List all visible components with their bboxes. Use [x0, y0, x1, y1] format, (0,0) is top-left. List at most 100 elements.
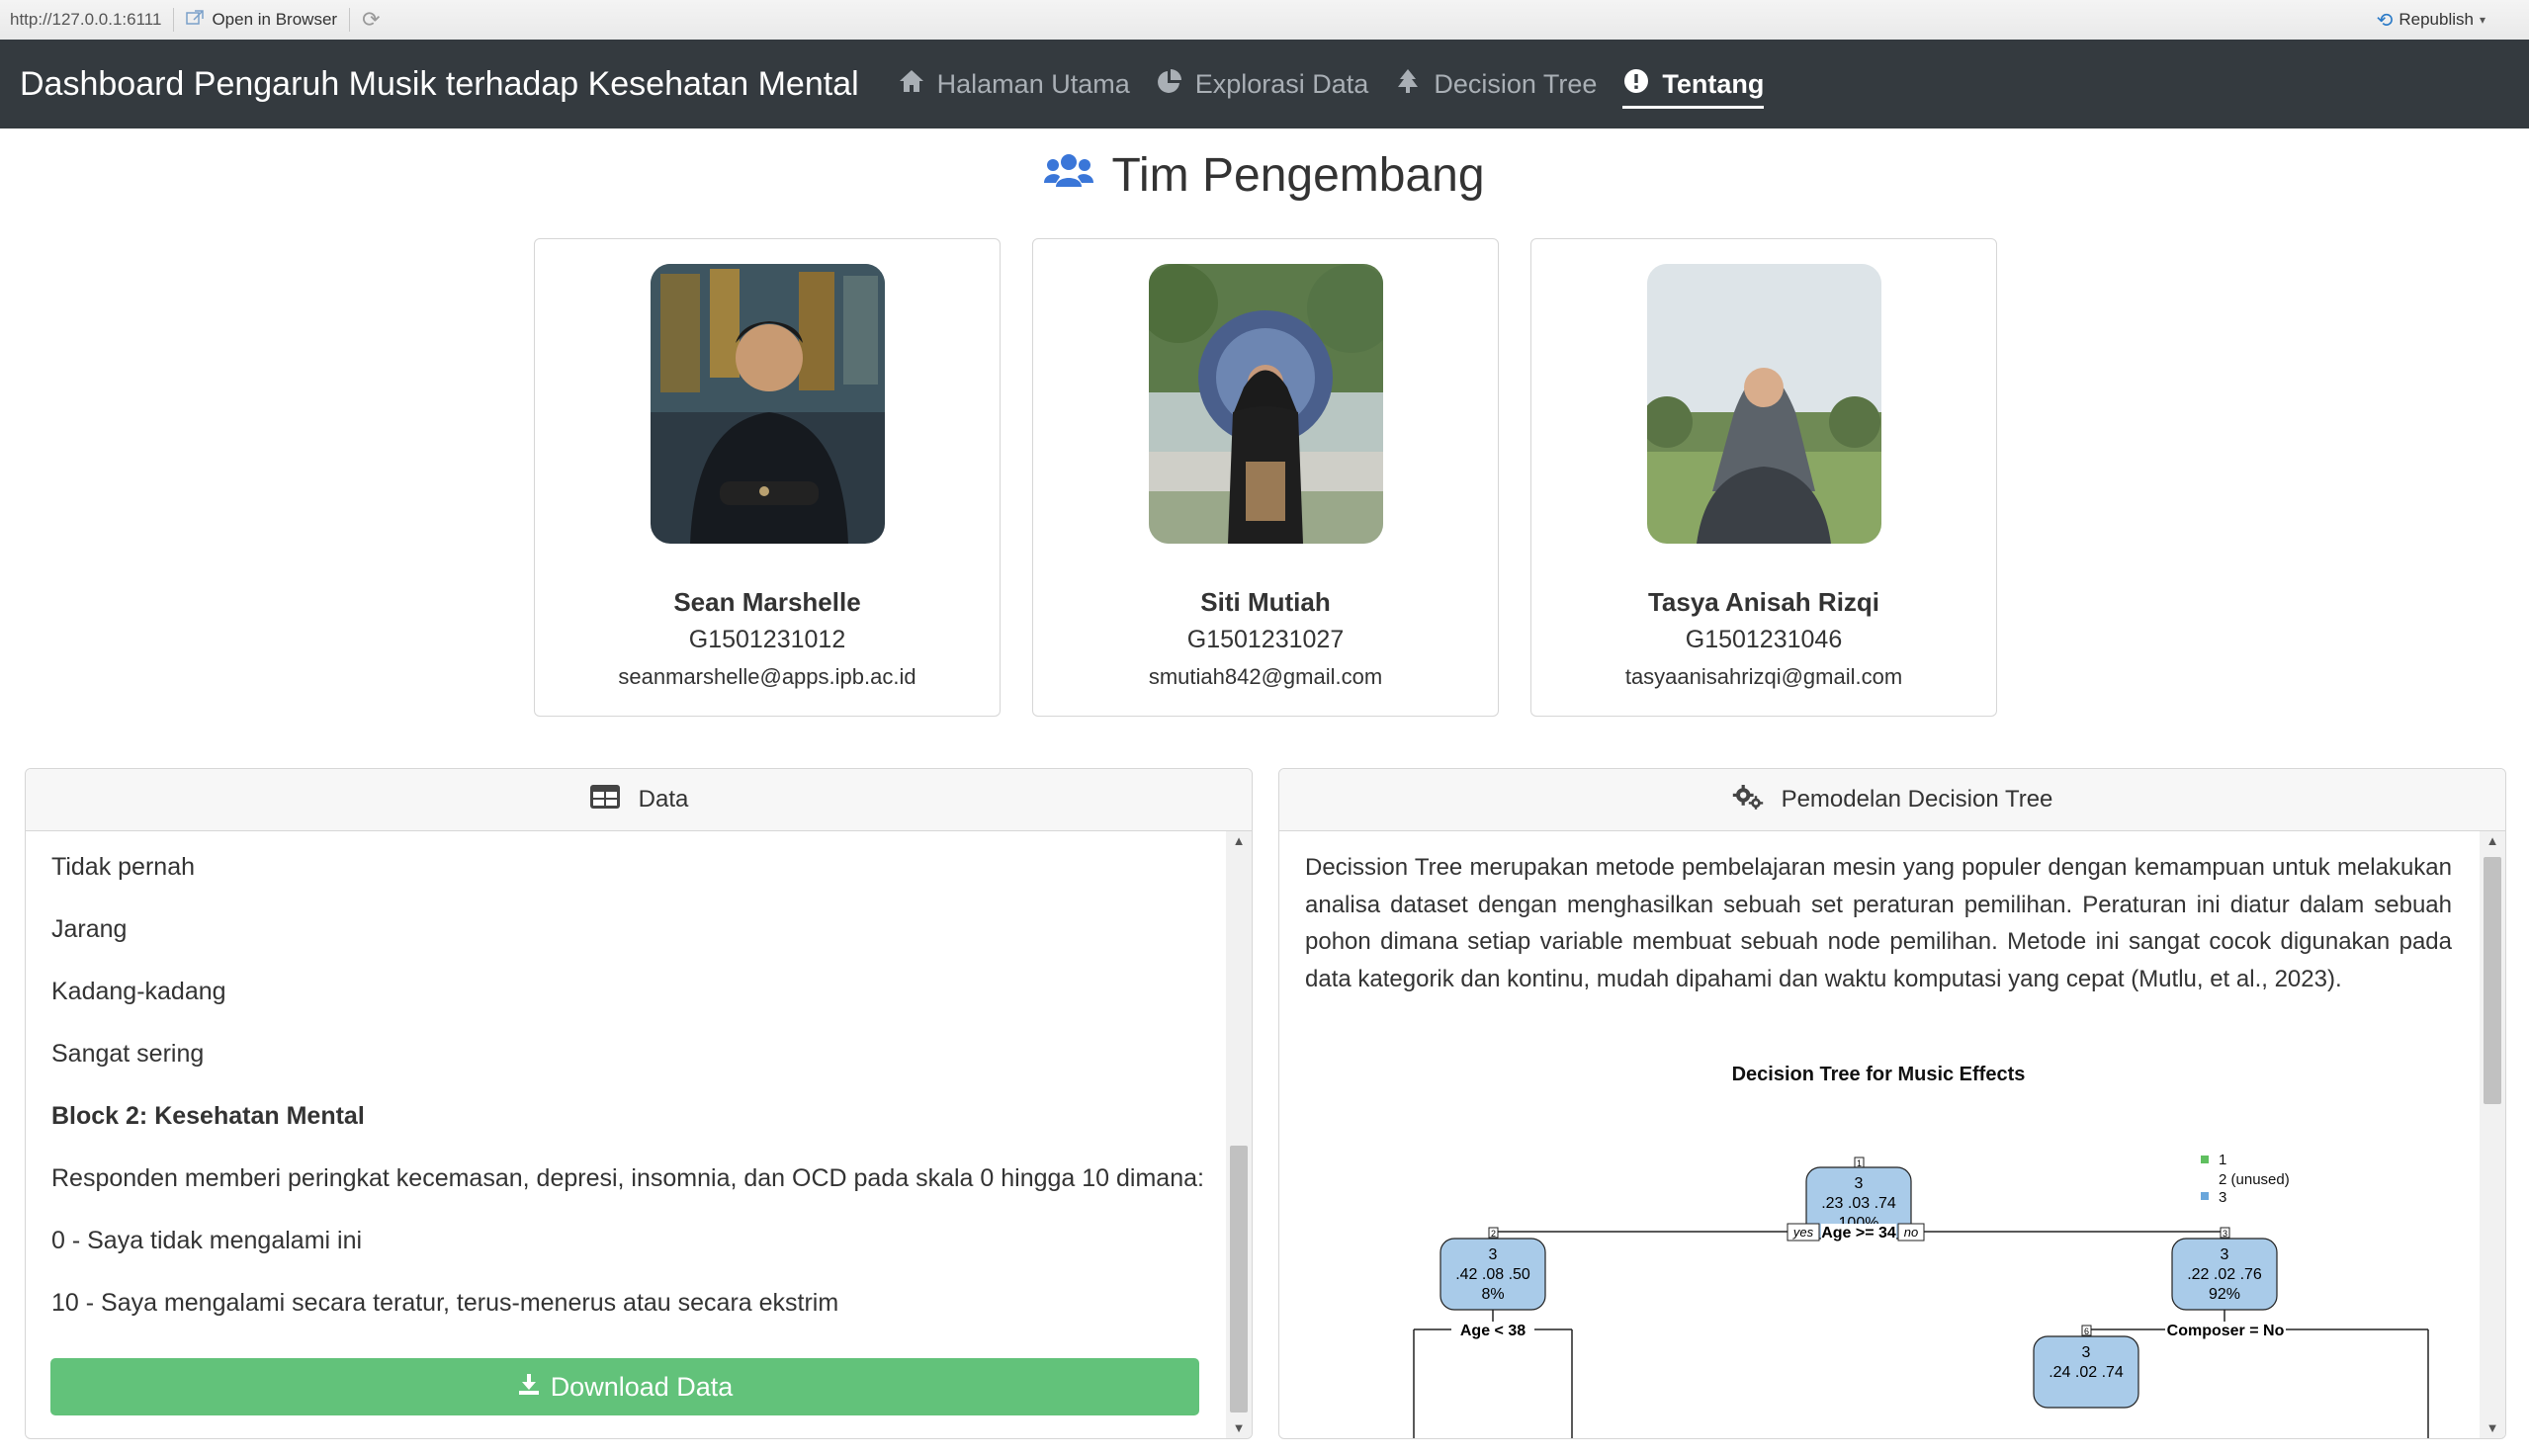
decision-tree-panel-body: Decission Tree merupakan metode pembelaj… [1279, 831, 2505, 1438]
team-card: Siti Mutiah G1501231027 smutiah842@gmail… [1032, 238, 1499, 717]
member-photo [1646, 264, 1881, 544]
open-browser-label: Open in Browser [212, 10, 338, 29]
member-name: Siti Mutiah [1200, 587, 1331, 617]
node-percent: 92% [2209, 1286, 2240, 1303]
node-probs: .23 .03 .74 [1821, 1195, 1896, 1212]
users-icon [1044, 148, 1094, 203]
home-icon [898, 67, 925, 102]
decision-tree-panel-title: Pemodelan Decision Tree [1781, 786, 2053, 813]
refresh-icon[interactable]: ⟳ [362, 7, 380, 33]
info-circle-icon [1622, 67, 1650, 102]
tab-halaman-utama[interactable]: Halaman Utama [885, 40, 1143, 128]
navbar: Dashboard Pengaruh Musik terhadap Keseha… [0, 40, 2529, 128]
scroll-down-icon[interactable]: ▼ [2480, 1418, 2505, 1438]
republish-button[interactable]: ⟲ Republish ▾ [2377, 8, 2485, 33]
data-panel-body: Tidak pernah Jarang Kadang-kadang Sangat… [26, 831, 1252, 1438]
node-class: 3 [1489, 1246, 1498, 1263]
member-nim: G1501231046 [1685, 626, 1843, 653]
download-data-button[interactable]: Download Data [50, 1358, 1199, 1415]
page-title-text: Tim Pengembang [1111, 149, 1485, 202]
member-photo [650, 264, 885, 544]
download-icon [517, 1372, 541, 1403]
open-in-browser-button[interactable]: Open in Browser [186, 9, 338, 31]
scrollbar-thumb[interactable] [1230, 1146, 1248, 1413]
member-email: smutiah842@gmail.com [1148, 664, 1383, 689]
legend-swatch-1 [2201, 1156, 2209, 1163]
scale-definition: 10 - Saya mengalami secara teratur, teru… [51, 1289, 839, 1317]
member-email: tasyaanisahrizqi@gmail.com [1624, 664, 1903, 689]
data-panel-scrollbar[interactable]: ▲ ▼ [1226, 831, 1252, 1438]
legend-label-1: 1 [2219, 1152, 2226, 1168]
no-label: no [1904, 1225, 1918, 1240]
tree-icon [1394, 67, 1422, 102]
scale-option-text: Sangat sering [51, 1040, 205, 1068]
node-probs: .24 .02 .74 [2049, 1364, 2124, 1381]
team-card: Tasya Anisah Rizqi G1501231046 tasyaanis… [1530, 238, 1997, 717]
member-nim: G1501231027 [1186, 626, 1345, 653]
tab-tentang[interactable]: Tentang [1610, 40, 1777, 128]
scale-option-text: Tidak pernah [51, 853, 195, 881]
scale-option-text: Jarang [51, 915, 128, 943]
member-name: Tasya Anisah Rizqi [1647, 587, 1880, 617]
member-email: seanmarshelle@apps.ipb.ac.id [618, 664, 916, 689]
page-title: Tim Pengembang [0, 148, 2529, 203]
split-label: Age >= 34 [1821, 1225, 1896, 1242]
node-id: 6 [2084, 1327, 2089, 1336]
open-browser-icon [186, 9, 205, 31]
member-nim: G1501231012 [688, 626, 846, 653]
tab-label: Tentang [1662, 68, 1765, 99]
tab-label: Explorasi Data [1194, 68, 1369, 99]
data-panel-header: Data [26, 769, 1252, 831]
node-percent: 8% [1481, 1286, 1504, 1303]
legend-label-2: 2 (unused) [2219, 1171, 2290, 1188]
member-name: Sean Marshelle [673, 587, 861, 617]
download-label: Download Data [550, 1371, 734, 1402]
toolbar-divider [173, 8, 175, 32]
cogs-icon [1732, 783, 1764, 817]
node-probs: .22 .02 .76 [2187, 1266, 2262, 1283]
viewer-url[interactable]: http://127.0.0.1:6111 [10, 10, 161, 30]
tree-plot-title: Decision Tree for Music Effects [1731, 1064, 2026, 1085]
republish-label: Republish [2398, 10, 2474, 29]
toolbar-divider [349, 8, 351, 32]
scroll-up-icon[interactable]: ▲ [1226, 831, 1252, 851]
decision-tree-panel-header: Pemodelan Decision Tree [1279, 769, 2505, 831]
decision-tree-panel-scrollbar[interactable]: ▲ ▼ [2480, 831, 2505, 1438]
scrollbar-thumb[interactable] [2484, 857, 2501, 1104]
dropdown-caret-icon: ▾ [2479, 13, 2485, 27]
member-photo [1148, 264, 1383, 544]
node-probs: .42 .08 .50 [1455, 1266, 1530, 1283]
node-class: 3 [2082, 1344, 2091, 1361]
decision-tree-description: Decission Tree merupakan metode pembelaj… [1305, 854, 2452, 992]
tab-explorasi-data[interactable]: Explorasi Data [1143, 40, 1382, 128]
yes-label: yes [1792, 1225, 1814, 1240]
scale-definition: 0 - Saya tidak mengalami ini [51, 1227, 363, 1254]
scale-option-text: Kadang-kadang [51, 978, 226, 1005]
tab-label: Decision Tree [1434, 68, 1598, 99]
tab-decision-tree[interactable]: Decision Tree [1381, 40, 1610, 128]
team-card: Sean Marshelle G1501231012 seanmarshelle… [534, 238, 1001, 717]
viewer-toolbar: http://127.0.0.1:6111 Open in Browser ⟳ … [0, 0, 2529, 41]
table-icon [589, 783, 621, 817]
block-heading: Block 2: Kesehatan Mental [51, 1102, 365, 1130]
app-brand[interactable]: Dashboard Pengaruh Musik terhadap Keseha… [20, 65, 859, 104]
split-label: Composer = No [2167, 1323, 2285, 1339]
scroll-up-icon[interactable]: ▲ [2480, 831, 2505, 851]
team-cards: Sean Marshelle G1501231012 seanmarshelle… [534, 238, 1997, 717]
tab-label: Halaman Utama [936, 68, 1130, 99]
republish-icon: ⟲ [2376, 9, 2394, 32]
data-panel-title: Data [638, 786, 689, 813]
scroll-down-icon[interactable]: ▼ [1226, 1418, 1252, 1438]
decision-tree-plot: 1 2 (unused) 3 1 3 .23 .03 .74 100% yes [1413, 1152, 2429, 1438]
split-label: Age < 38 [1460, 1323, 1526, 1339]
decision-tree-panel: Pemodelan Decision Tree Decission Tree m… [1278, 768, 2506, 1439]
node-class: 3 [1855, 1175, 1864, 1192]
data-panel: Data Tidak pernah Jarang Kadang-kadang S… [25, 768, 1253, 1439]
block-description: Responden memberi peringkat kecemasan, d… [51, 1164, 1204, 1192]
node-id: 3 [2223, 1229, 2227, 1239]
chart-pie-icon [1156, 67, 1183, 102]
legend-label-3: 3 [2219, 1189, 2226, 1206]
node-id: 2 [1491, 1229, 1496, 1239]
legend-swatch-3 [2201, 1192, 2209, 1200]
node-class: 3 [2221, 1246, 2229, 1263]
